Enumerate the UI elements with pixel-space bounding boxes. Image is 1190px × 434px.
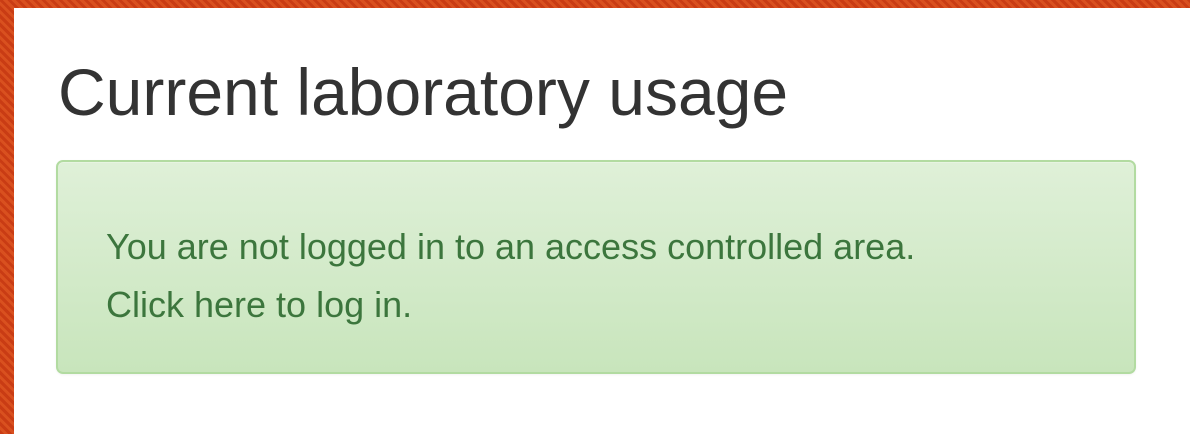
login-link[interactable]: Click here to log in. (106, 276, 1086, 334)
page-title: Current laboratory usage (58, 55, 789, 129)
login-alert: You are not logged in to an access contr… (56, 160, 1136, 374)
content-panel: Current laboratory usage You are not log… (14, 8, 1190, 434)
alert-message: You are not logged in to an access contr… (106, 226, 916, 267)
